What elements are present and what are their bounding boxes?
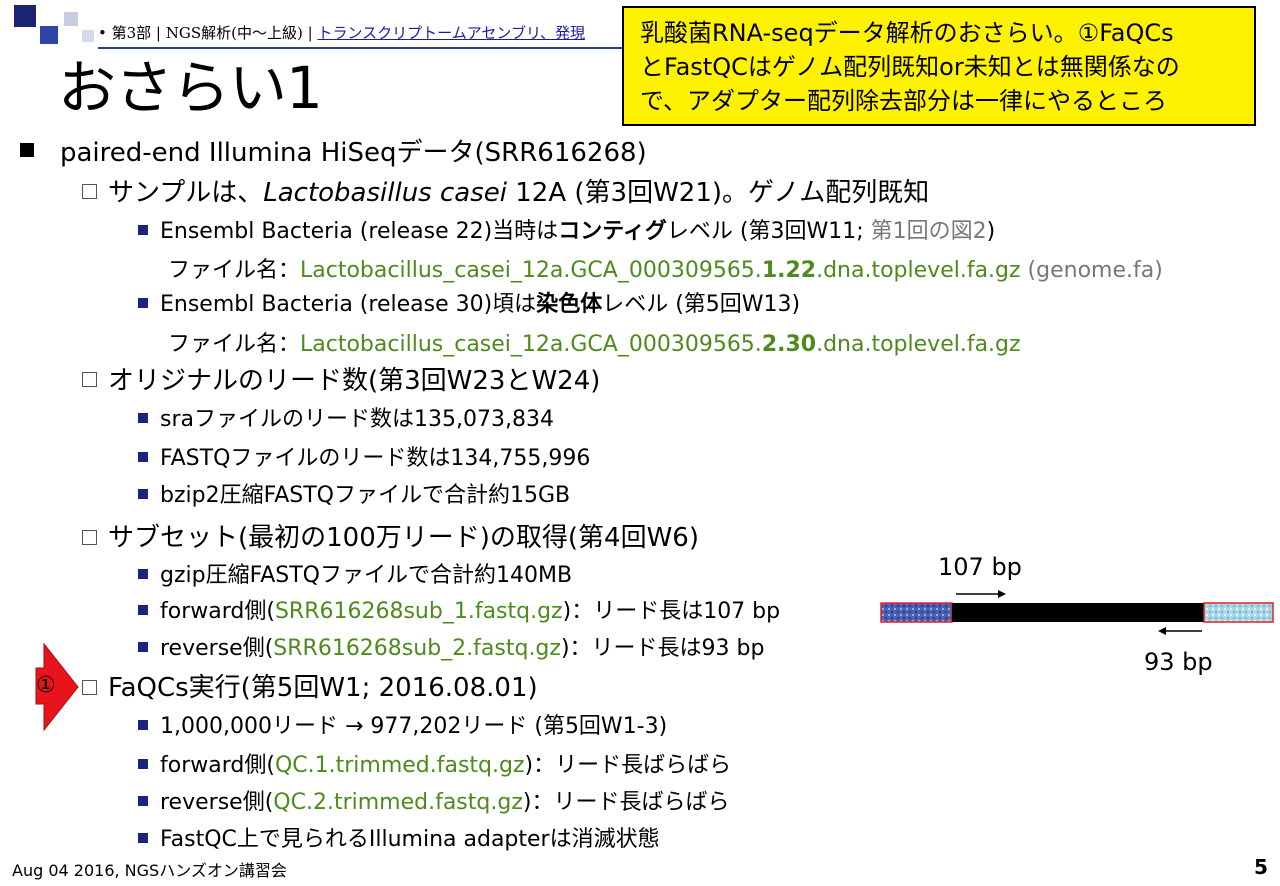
file1-label: ファイル名： [168, 258, 301, 283]
page-number: 5 [1254, 855, 1268, 879]
fwd-sub-file: SRR616268sub_1.fastq.gz [274, 599, 563, 624]
ens22-prefix: Ensembl Bacteria (release 22)当時は [160, 219, 559, 244]
list-item-sra-reads: sraファイルのリード数は135,073,834 [160, 407, 554, 432]
list-item-faqcs: FaQCs実行(第5回W1; 2016.08.01) [108, 673, 538, 703]
bullet-square-icon [20, 143, 34, 157]
bullet-small-square-icon [138, 489, 148, 499]
ens22-close: ) [986, 219, 996, 244]
list-item-bzip2: bzip2圧縮FASTQファイルで合計約15GB [160, 483, 571, 508]
callout-line-3: で、アダプター配列除去部分は一律にやるところ [640, 87, 1168, 115]
sample-suffix: 12A (第3回W21)。ゲノム配列既知 [506, 178, 930, 208]
rev-qc-file: QC.2.trimmed.fastq.gz [273, 790, 523, 815]
bullet-small-square-icon [138, 605, 148, 615]
file-name-1: ファイル名：Lactobacillus_casei_12a.GCA_000309… [168, 252, 1163, 284]
rev-sub-b: )：リード長は93 bp [560, 636, 765, 661]
list-item-ensembl30: Ensembl Bacteria (release 30)頃は染色体レベル (第… [160, 286, 800, 318]
bullet-small-square-icon [138, 759, 148, 769]
ens22-suffix: レベル (第3回W11; [666, 219, 871, 244]
file1-name-c: .dna.toplevel.fa.gz [816, 258, 1021, 283]
bullet-hollow-square-icon [82, 184, 97, 199]
rev-qc-a: reverse側( [160, 790, 274, 815]
fwd-sub-a: forward側( [160, 599, 275, 624]
corner-decoration [0, 0, 96, 50]
bullet-small-square-icon [138, 569, 148, 579]
rev-qc-b: )：リード長ばらばら [522, 790, 730, 815]
list-item-forward-qc: forward側(QC.1.trimmed.fastq.gz)：リード長ばらばら [160, 747, 731, 779]
footer-text: Aug 04 2016, NGSハンズオン講習会 [12, 861, 287, 880]
bullet-small-square-icon [138, 225, 148, 235]
ens30-prefix: Ensembl Bacteria (release 30)頃は [160, 292, 537, 317]
page-title: おさらい1 [58, 54, 323, 122]
bullet-hollow-square-icon [82, 530, 97, 545]
bullet-small-square-icon [138, 796, 148, 806]
bullet-small-square-icon [138, 720, 148, 730]
list-item-subset: サブセット(最初の100万リード)の取得(第4回W6) [108, 523, 699, 553]
bullet-hollow-square-icon [82, 372, 97, 387]
list-item-ensembl22: Ensembl Bacteria (release 22)当時はコンティグレベル… [160, 213, 995, 245]
ens22-bold: コンティグ [558, 219, 667, 244]
bullet-small-square-icon [138, 413, 148, 423]
insert-region [952, 603, 1204, 622]
forward-read-length-label: 107 bp [938, 553, 1022, 581]
bullet-small-square-icon [138, 642, 148, 652]
sample-prefix: サンプルは、 [108, 178, 264, 208]
callout-note: 乳酸菌RNA-seqデータ解析のおさらい。①FaQCs とFastQCはゲノム配… [622, 6, 1256, 126]
list-item-level1: paired-end Illumina HiSeqデータ(SRR616268) [60, 138, 647, 168]
rev-sub-a: reverse側( [160, 636, 274, 661]
bullet-hollow-square-icon [82, 680, 97, 695]
list-item-forward-sub: forward側(SRR616268sub_1.fastq.gz)：リード長は1… [160, 593, 780, 625]
list-item-reads-change: 1,000,000リード → 977,202リード (第5回W1-3) [160, 714, 668, 739]
file2-name-a: Lactobacillus_casei_12a.GCA_000309565. [300, 332, 762, 357]
breadcrumb-prefix: • 第3部 | NGS解析(中～上級) | [98, 24, 318, 42]
breadcrumb-link[interactable]: トランスクリプトームアセンブリ、発現 [317, 24, 585, 42]
list-item-original-reads: オリジナルのリード数(第3回W23とW24) [108, 366, 601, 396]
file-name-2: ファイル名：Lactobacillus_casei_12a.GCA_000309… [168, 326, 1021, 358]
file1-name-a: Lactobacillus_casei_12a.GCA_000309565. [300, 258, 762, 283]
file1-alias: (genome.fa) [1020, 258, 1163, 283]
fwd-sub-b: )：リード長は107 bp [562, 599, 781, 624]
fwd-qc-file: QC.1.trimmed.fastq.gz [274, 753, 525, 778]
adapter-left [880, 602, 953, 623]
file2-label: ファイル名： [168, 332, 301, 357]
list-item-fastq-reads: FASTQファイルのリード数は134,755,996 [160, 446, 591, 471]
breadcrumb: • 第3部 | NGS解析(中～上級) | トランスクリプトームアセンブリ、発現 [98, 22, 638, 44]
ens30-bold: 染色体 [536, 292, 603, 317]
forward-arrow-icon [956, 590, 1006, 598]
fwd-qc-a: forward側( [160, 753, 275, 778]
file2-name-c: .dna.toplevel.fa.gz [816, 332, 1021, 357]
callout-line-2: とFastQCはゲノム配列既知or未知とは無関係なの [640, 53, 1180, 81]
reverse-read-length-label: 93 bp [1144, 648, 1213, 676]
read-structure-diagram [880, 590, 1274, 635]
list-item-reverse-qc: reverse側(QC.2.trimmed.fastq.gz)：リード長ばらばら [160, 784, 729, 816]
list-item-fastqc: FastQC上で見られるIllumina adapterは消滅状態 [160, 827, 660, 852]
callout-line-1: 乳酸菌RNA-seqデータ解析のおさらい。①FaQCs [640, 19, 1174, 47]
list-item-reverse-sub: reverse側(SRR616268sub_2.fastq.gz)：リード長は9… [160, 630, 764, 662]
step-marker-label: ① [36, 673, 56, 698]
rev-sub-file: SRR616268sub_2.fastq.gz [273, 636, 561, 661]
ens22-gray: 第1回の図2 [870, 219, 987, 244]
ens30-suffix: レベル (第5回W13) [602, 292, 801, 317]
sample-species: Lactobasillus casei [263, 178, 507, 208]
list-item-gzip: gzip圧縮FASTQファイルで合計約140MB [160, 563, 573, 588]
list-item-sample: サンプルは、Lactobasillus casei 12A (第3回W21)。ゲ… [108, 172, 929, 209]
bullet-small-square-icon [138, 833, 148, 843]
reverse-arrow-icon [1158, 627, 1202, 635]
fwd-qc-b: )：リード長ばらばら [524, 753, 732, 778]
file1-version: 1.22 [761, 258, 817, 283]
bullet-small-square-icon [138, 298, 148, 308]
adapter-right [1203, 602, 1274, 623]
file2-version: 2.30 [761, 332, 817, 357]
bullet-small-square-icon [138, 452, 148, 462]
